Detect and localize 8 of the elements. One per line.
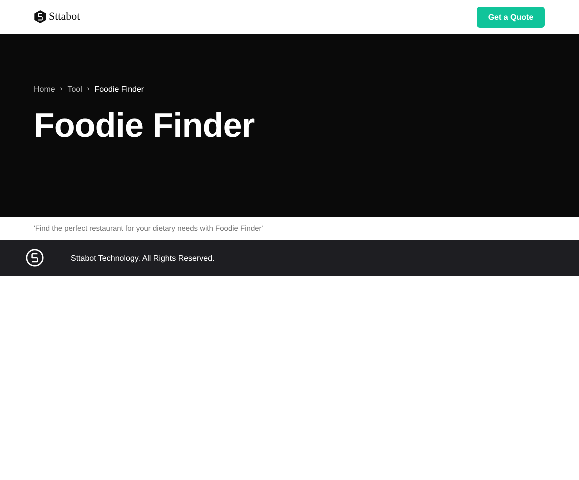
page-title: Foodie Finder — [34, 107, 256, 146]
breadcrumb-link[interactable]: Tool — [68, 85, 82, 94]
logo-icon — [26, 249, 44, 267]
breadcrumb-current: Foodie Finder — [94, 85, 144, 94]
logo-icon — [34, 10, 47, 24]
breadcrumb-link[interactable]: Home — [34, 85, 56, 94]
copyright-text: Sttabot Technology. All Rights Reserved. — [71, 254, 215, 262]
brand-name[interactable]: Sttabot — [49, 11, 80, 23]
